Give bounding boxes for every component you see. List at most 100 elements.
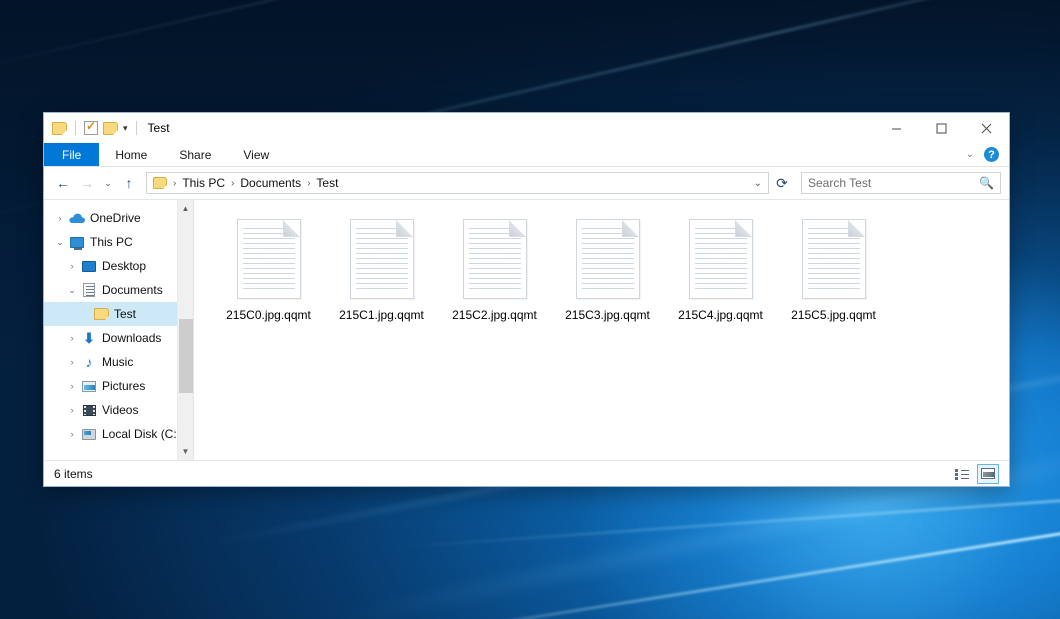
page-lines bbox=[469, 228, 521, 292]
breadcrumb-separator: › bbox=[306, 178, 311, 189]
navigation-tree: › OneDrive ⌄ This PC › Desk bbox=[44, 200, 193, 446]
page-lines bbox=[356, 228, 408, 292]
chevron-down-icon[interactable]: ▾ bbox=[123, 124, 128, 133]
cloud-icon bbox=[68, 213, 86, 224]
close-icon[interactable] bbox=[964, 113, 1009, 143]
scrollbar-track[interactable] bbox=[178, 217, 194, 443]
window-title: Test bbox=[148, 121, 170, 135]
breadcrumb-item-documents[interactable]: Documents bbox=[237, 176, 304, 190]
desktop-icon bbox=[80, 261, 98, 272]
details-view-button[interactable] bbox=[951, 464, 973, 484]
separator bbox=[136, 121, 137, 135]
recent-locations-chevron-icon[interactable]: ⌄ bbox=[100, 172, 116, 194]
chevron-right-icon[interactable]: › bbox=[52, 213, 68, 223]
tab-view[interactable]: View bbox=[227, 143, 285, 166]
scroll-up-icon[interactable]: ▲ bbox=[178, 200, 194, 217]
chevron-right-icon[interactable]: › bbox=[64, 261, 80, 271]
sidebar-item-test[interactable]: Test bbox=[44, 302, 193, 326]
breadcrumb-separator: › bbox=[172, 178, 177, 189]
file-name-label: 215C5.jpg.qqmt bbox=[791, 308, 876, 322]
file-grid: 215C0.jpg.qqmt 215C1.jpg.qqmt bbox=[212, 214, 999, 322]
chevron-down-icon[interactable]: ⌄ bbox=[64, 285, 80, 296]
generic-file-icon bbox=[689, 219, 753, 299]
file-item[interactable]: 215C2.jpg.qqmt bbox=[438, 214, 551, 322]
sidebar-item-label: Downloads bbox=[98, 331, 161, 345]
forward-arrow-icon[interactable]: → bbox=[76, 172, 98, 194]
help-icon[interactable]: ? bbox=[984, 147, 999, 162]
properties-checkbox-icon[interactable] bbox=[84, 121, 98, 135]
sidebar-item-music[interactable]: › ♪ Music bbox=[44, 350, 193, 374]
generic-file-icon bbox=[463, 219, 527, 299]
generic-file-icon bbox=[350, 219, 414, 299]
chevron-down-icon[interactable]: ⌄ bbox=[966, 149, 974, 160]
back-arrow-icon[interactable]: ← bbox=[52, 172, 74, 194]
ribbon-right-controls: ⌄ ? bbox=[966, 143, 1009, 166]
sidebar-item-videos[interactable]: › Videos bbox=[44, 398, 193, 422]
view-buttons bbox=[951, 464, 999, 484]
file-item[interactable]: 215C5.jpg.qqmt bbox=[777, 214, 890, 322]
tab-share[interactable]: Share bbox=[163, 143, 227, 166]
chevron-right-icon[interactable]: › bbox=[64, 333, 80, 343]
folder-icon[interactable] bbox=[52, 122, 67, 135]
chevron-down-icon[interactable]: ⌄ bbox=[754, 178, 762, 189]
refresh-icon[interactable]: ⟳ bbox=[771, 172, 793, 194]
file-name-label: 215C4.jpg.qqmt bbox=[678, 308, 763, 322]
page-fold-cut bbox=[622, 220, 639, 237]
file-item[interactable]: 215C3.jpg.qqmt bbox=[551, 214, 664, 322]
maximize-icon[interactable] bbox=[919, 113, 964, 143]
search-icon[interactable]: 🔍 bbox=[979, 176, 994, 190]
sidebar-item-downloads[interactable]: › ⬇ Downloads bbox=[44, 326, 193, 350]
sidebar-item-onedrive[interactable]: › OneDrive bbox=[44, 206, 193, 230]
file-icon-wrapper bbox=[573, 216, 643, 302]
breadcrumb-item-test[interactable]: Test bbox=[313, 176, 341, 190]
page-lines bbox=[808, 228, 860, 292]
separator bbox=[75, 121, 76, 135]
file-item[interactable]: 215C4.jpg.qqmt bbox=[664, 214, 777, 322]
breadcrumb-item-this-pc[interactable]: This PC bbox=[179, 176, 228, 190]
breadcrumb[interactable]: › This PC › Documents › Test ⌄ bbox=[146, 172, 769, 194]
download-icon: ⬇ bbox=[80, 331, 98, 345]
sidebar-item-label: Music bbox=[98, 355, 133, 369]
file-list-pane[interactable]: 215C0.jpg.qqmt 215C1.jpg.qqmt bbox=[194, 200, 1009, 460]
documents-icon bbox=[80, 283, 98, 297]
tab-home[interactable]: Home bbox=[99, 143, 163, 166]
file-item[interactable]: 215C0.jpg.qqmt bbox=[212, 214, 325, 322]
large-icons-view-button[interactable] bbox=[977, 464, 999, 484]
pictures-icon bbox=[80, 381, 98, 392]
breadcrumb-separator: › bbox=[230, 178, 235, 189]
sidebar-item-label: Pictures bbox=[98, 379, 145, 393]
generic-file-icon bbox=[237, 219, 301, 299]
file-icon-wrapper bbox=[234, 216, 304, 302]
details-view-icon bbox=[955, 468, 969, 480]
page-fold-cut bbox=[509, 220, 526, 237]
chevron-right-icon[interactable]: › bbox=[64, 405, 80, 415]
page-fold-cut bbox=[735, 220, 752, 237]
page-lines bbox=[243, 228, 295, 292]
navigation-pane: › OneDrive ⌄ This PC › Desk bbox=[44, 200, 194, 460]
sidebar-item-documents[interactable]: ⌄ Documents bbox=[44, 278, 193, 302]
up-arrow-icon[interactable]: ↑ bbox=[118, 172, 140, 194]
chevron-down-icon[interactable]: ⌄ bbox=[52, 237, 68, 248]
sidebar-item-pictures[interactable]: › Pictures bbox=[44, 374, 193, 398]
large-icons-view-icon bbox=[981, 468, 995, 479]
new-folder-icon[interactable] bbox=[103, 122, 118, 135]
sidebar-item-this-pc[interactable]: ⌄ This PC bbox=[44, 230, 193, 254]
chevron-right-icon[interactable]: › bbox=[64, 381, 80, 391]
minimize-icon[interactable] bbox=[874, 113, 919, 143]
disk-icon bbox=[80, 429, 98, 440]
breadcrumb-end-controls: ⌄ bbox=[754, 178, 764, 189]
chevron-right-icon[interactable]: › bbox=[64, 357, 80, 367]
folder-icon bbox=[92, 308, 110, 320]
chevron-right-icon[interactable]: › bbox=[64, 429, 80, 439]
page-fold-cut bbox=[283, 220, 300, 237]
file-icon-wrapper bbox=[347, 216, 417, 302]
navigation-scrollbar[interactable]: ▲ ▼ bbox=[177, 200, 193, 460]
scroll-down-icon[interactable]: ▼ bbox=[178, 443, 194, 460]
file-item[interactable]: 215C1.jpg.qqmt bbox=[325, 214, 438, 322]
tab-file[interactable]: File bbox=[44, 143, 99, 166]
sidebar-item-local-disk[interactable]: › Local Disk (C:) bbox=[44, 422, 193, 446]
search-input[interactable]: Search Test 🔍 bbox=[801, 172, 1001, 194]
search-placeholder: Search Test bbox=[808, 176, 979, 190]
scrollbar-thumb[interactable] bbox=[179, 319, 193, 394]
sidebar-item-desktop[interactable]: › Desktop bbox=[44, 254, 193, 278]
